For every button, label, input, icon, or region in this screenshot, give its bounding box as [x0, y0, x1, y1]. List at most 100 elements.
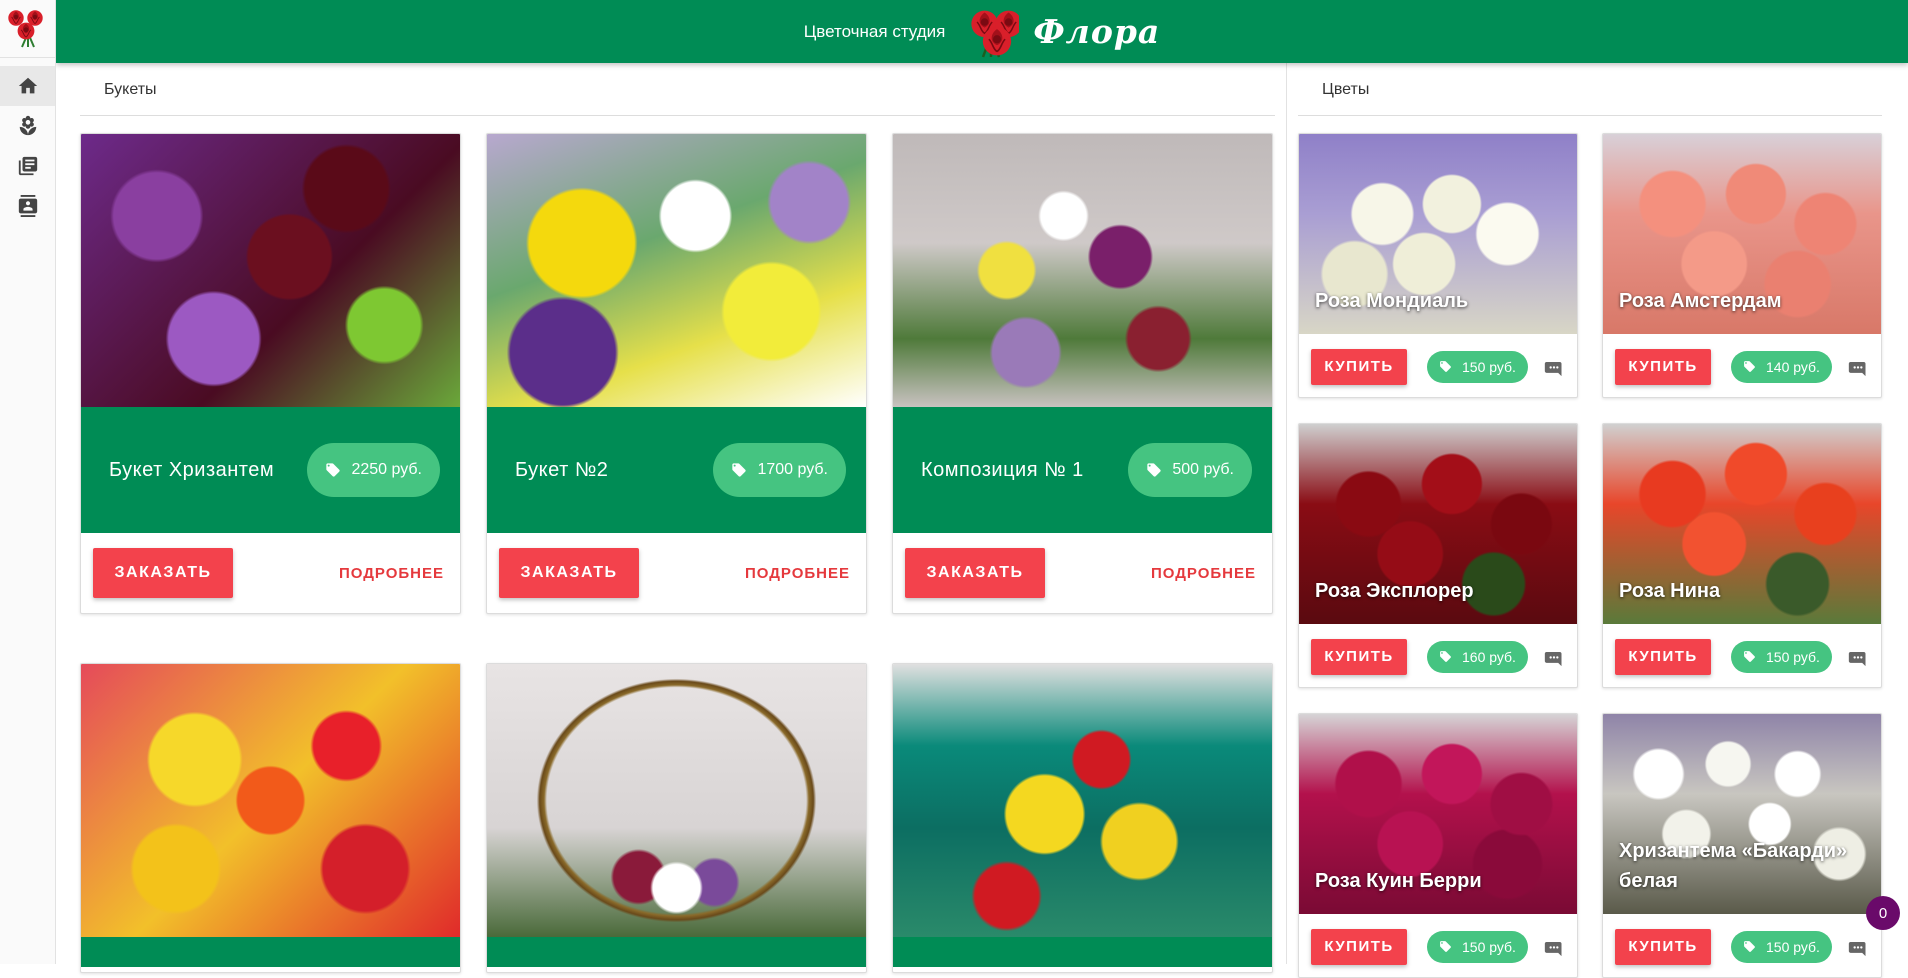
flower-image[interactable]: Роза Мондиаль [1299, 134, 1577, 334]
buy-button[interactable]: КУПИТЬ [1311, 348, 1407, 385]
sidebar-item-catalog[interactable] [0, 146, 55, 186]
sidebar-item-contacts[interactable] [0, 186, 55, 226]
flower-card: Роза Амстердам КУПИТЬ 140 руб. [1602, 133, 1882, 398]
buy-button[interactable]: КУПИТЬ [1615, 348, 1711, 385]
details-link[interactable]: ПОДРОБНЕЕ [745, 565, 850, 582]
catalog-icon [18, 156, 37, 176]
sidebar-item-home[interactable] [0, 66, 55, 106]
price-badge: 500 руб. [1128, 443, 1252, 497]
price-badge: 150 руб. [1731, 640, 1832, 673]
comment-icon[interactable] [1543, 937, 1565, 957]
order-button[interactable]: ЗАКАЗАТЬ [499, 548, 639, 598]
bouquet-card: Букет №2 1700 руб. ЗАКАЗАТЬ ПОДРОБНЕЕ [486, 133, 867, 614]
sidebar [0, 0, 56, 964]
price-tag-icon [731, 462, 747, 478]
price-value: 1700 руб. [757, 461, 828, 478]
bouquet-info-bar [487, 937, 866, 967]
bouquet-info-bar: Композиция № 1 500 руб. [893, 407, 1272, 533]
bouquet-card: Композиция № 1 500 руб. ЗАКАЗАТЬ ПОДРОБН… [892, 133, 1273, 614]
bouquet-card [80, 663, 461, 973]
flower-actions: КУПИТЬ 160 руб. [1299, 624, 1577, 687]
details-link[interactable]: ПОДРОБНЕЕ [339, 565, 444, 582]
flower-actions: КУПИТЬ 150 руб. [1603, 914, 1881, 977]
app-header: Цветочная студия Флора [56, 0, 1908, 63]
comment-icon[interactable] [1847, 647, 1869, 667]
flower-card: Роза Нина КУПИТЬ 150 руб. [1602, 423, 1882, 688]
bouquet-info-bar [893, 937, 1272, 967]
flower-name: Хризантема «Бакарди» белая [1619, 840, 1848, 892]
flower-image[interactable]: Роза Нина [1603, 424, 1881, 624]
comment-icon[interactable] [1543, 357, 1565, 377]
flower-actions: КУПИТЬ 150 руб. [1603, 624, 1881, 687]
bouquet-name: Букет №2 [515, 458, 609, 481]
flower-name: Роза Куин Берри [1315, 870, 1482, 892]
price-value: 500 руб. [1172, 461, 1234, 478]
bouquet-card [892, 663, 1273, 973]
price-value: 2250 руб. [351, 461, 422, 478]
flower-image[interactable]: Роза Эксплорер [1299, 424, 1577, 624]
bouquet-info-bar: Букет №2 1700 руб. [487, 407, 866, 533]
price-value: 140 руб. [1766, 358, 1820, 375]
logo-icon[interactable] [0, 0, 56, 58]
order-button[interactable]: ЗАКАЗАТЬ [93, 548, 233, 598]
flower-card: Роза Куин Берри КУПИТЬ 150 руб. [1298, 713, 1578, 978]
order-button[interactable]: ЗАКАЗАТЬ [905, 548, 1045, 598]
bouquet-actions: ЗАКАЗАТЬ ПОДРОБНЕЕ [81, 533, 460, 613]
price-value: 150 руб. [1462, 358, 1516, 375]
cart-count-badge[interactable]: 0 [1866, 896, 1900, 930]
bouquet-image[interactable] [893, 134, 1272, 407]
comment-icon[interactable] [1847, 357, 1869, 377]
buy-button[interactable]: КУПИТЬ [1615, 638, 1711, 675]
buy-button[interactable]: КУПИТЬ [1311, 928, 1407, 965]
home-icon [18, 77, 37, 94]
price-badge: 2250 руб. [307, 443, 440, 497]
flower-actions: КУПИТЬ 140 руб. [1603, 334, 1881, 397]
bouquet-card: Букет Хризантем 2250 руб. ЗАКАЗАТЬ ПОДРО… [80, 133, 461, 614]
price-tag-icon [1439, 360, 1452, 373]
flower-image[interactable]: Роза Куин Берри [1299, 714, 1577, 914]
bouquet-actions: ЗАКАЗАТЬ ПОДРОБНЕЕ [893, 533, 1272, 613]
bouquet-image[interactable] [81, 134, 460, 407]
bouquet-image[interactable] [893, 664, 1272, 937]
header-subtitle: Цветочная студия [803, 21, 946, 41]
flower-image[interactable]: Роза Амстердам [1603, 134, 1881, 334]
price-value: 150 руб. [1462, 938, 1516, 955]
price-tag-icon [325, 462, 341, 478]
price-tag-icon [1743, 650, 1756, 663]
bouquet-actions: ЗАКАЗАТЬ ПОДРОБНЕЕ [487, 533, 866, 613]
section-divider [1286, 63, 1287, 964]
buy-button[interactable]: КУПИТЬ [1311, 638, 1407, 675]
flower-icon [19, 115, 36, 136]
price-value: 160 руб. [1462, 648, 1516, 665]
price-tag-icon [1439, 940, 1452, 953]
price-tag-icon [1743, 360, 1756, 373]
flower-actions: КУПИТЬ 150 руб. [1299, 914, 1577, 977]
price-tag-icon [1743, 940, 1756, 953]
price-badge: 160 руб. [1427, 640, 1528, 673]
flower-actions: КУПИТЬ 150 руб. [1299, 334, 1577, 397]
flower-image[interactable]: Хризантема «Бакарди» белая [1603, 714, 1881, 914]
price-badge: 150 руб. [1427, 930, 1528, 963]
details-link[interactable]: ПОДРОБНЕЕ [1151, 565, 1256, 582]
bouquet-info-bar: Букет Хризантем 2250 руб. [81, 407, 460, 533]
price-badge: 1700 руб. [713, 443, 846, 497]
bouquets-section-title: Букеты [80, 78, 1275, 116]
bouquet-image[interactable] [487, 134, 866, 407]
bouquet-name: Композиция № 1 [921, 458, 1084, 481]
flower-name: Роза Амстердам [1619, 290, 1782, 312]
price-badge: 150 руб. [1731, 930, 1832, 963]
rose-logo-icon[interactable] [963, 5, 1019, 59]
price-tag-icon [1146, 462, 1162, 478]
contacts-icon [18, 195, 37, 217]
flower-card: Хризантема «Бакарди» белая КУПИТЬ 150 ру… [1602, 713, 1882, 978]
comment-icon[interactable] [1847, 937, 1869, 957]
bouquet-image[interactable] [487, 664, 866, 937]
bouquet-card [486, 663, 867, 973]
comment-icon[interactable] [1543, 647, 1565, 667]
bouquet-name: Букет Хризантем [109, 458, 275, 481]
flower-card: Роза Эксплорер КУПИТЬ 160 руб. [1298, 423, 1578, 688]
buy-button[interactable]: КУПИТЬ [1615, 928, 1711, 965]
sidebar-item-flowers[interactable] [0, 106, 55, 146]
bouquet-image[interactable] [81, 664, 460, 937]
price-badge: 150 руб. [1427, 350, 1528, 383]
